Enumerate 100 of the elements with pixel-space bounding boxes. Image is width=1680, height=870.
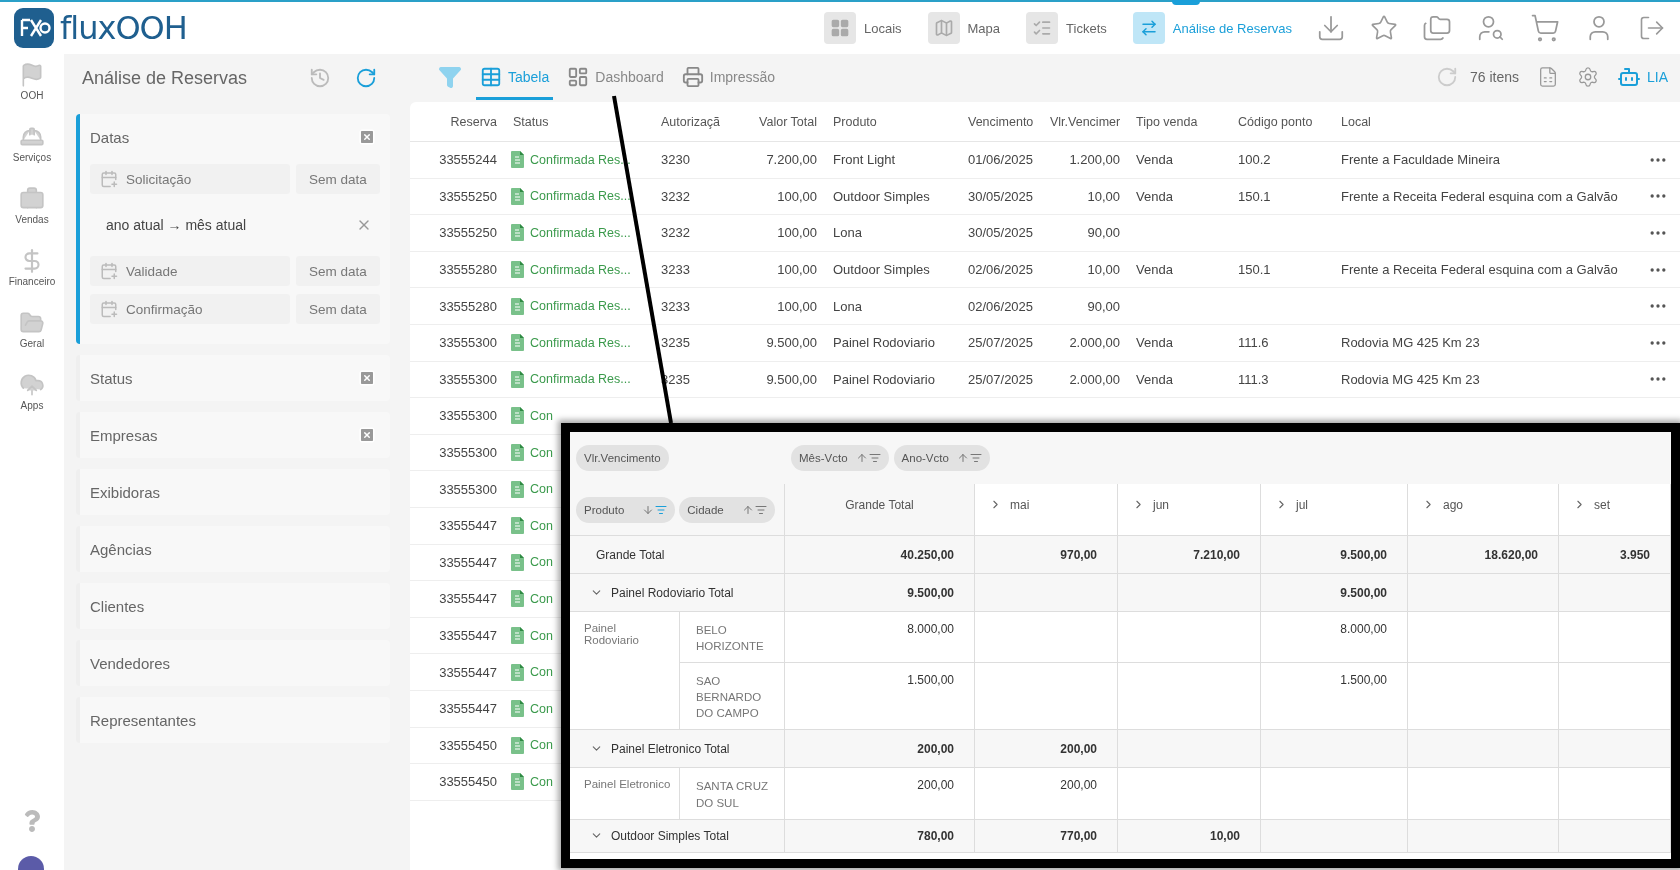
column-header: Grande Total <box>845 498 914 512</box>
column-header[interactable]: Reserva <box>410 114 505 129</box>
column-header[interactable]: Tipo venda <box>1128 114 1230 129</box>
column-header[interactable]: Código ponto <box>1230 114 1333 129</box>
column-header[interactable]: Vlr.Vencimer <box>1050 114 1128 129</box>
filter-icon[interactable] <box>438 65 462 89</box>
column-header[interactable]: Vencimento <box>960 114 1050 129</box>
table-cell: 33555300 <box>439 445 497 461</box>
section-title[interactable]: Representantes <box>90 711 196 729</box>
arrow-up-icon[interactable] <box>956 452 969 464</box>
history-icon[interactable] <box>309 67 332 89</box>
column-header: jul <box>1296 498 1308 512</box>
table-cell: 9.500,00 <box>766 371 817 387</box>
table-cell: Lona <box>833 298 862 314</box>
star-icon[interactable] <box>1370 14 1398 42</box>
document-icon <box>511 151 524 169</box>
view-tab[interactable]: Impressão <box>677 54 780 100</box>
logout-icon[interactable] <box>1638 14 1666 42</box>
filter-icon[interactable] <box>868 452 881 464</box>
dashboard-icon <box>567 66 590 88</box>
table-cell: 33555447 <box>439 628 497 643</box>
folders-icon[interactable] <box>1422 13 1452 43</box>
filter-icon[interactable] <box>754 503 767 516</box>
date-value-button[interactable]: Sem data <box>296 164 380 194</box>
arrow-up-icon[interactable] <box>855 452 868 464</box>
close-icon[interactable] <box>358 426 376 444</box>
date-field[interactable]: Confirmação <box>90 294 290 324</box>
table-icon <box>480 66 502 88</box>
field-chip[interactable]: Mês-Vcto <box>791 445 889 471</box>
row-header: Painel Eletronico Total <box>611 741 730 756</box>
rail-item[interactable]: Vendas <box>15 186 49 238</box>
filter-icon[interactable] <box>655 503 668 516</box>
rail-item[interactable]: Geral <box>19 310 45 362</box>
column-header: set <box>1594 498 1610 512</box>
table-cell: 2.000,00 <box>1069 371 1120 387</box>
section-title[interactable]: Exibidoras <box>90 483 161 501</box>
document-icon <box>511 224 524 242</box>
table-cell: 33555447 <box>439 664 497 680</box>
row-header: SANTA CRUZ DO SUL <box>696 780 768 809</box>
table-cell: 3235 <box>661 335 690 351</box>
calendar-icon <box>100 262 118 280</box>
rail-item[interactable]: OOH <box>19 62 45 114</box>
document-icon <box>511 736 524 754</box>
rail-item[interactable]: Financeiro <box>8 248 56 300</box>
nav-item[interactable]: Tickets <box>1026 2 1107 54</box>
table-cell: 02/06/2025 <box>968 298 1034 314</box>
field-chip[interactable]: Produto <box>576 496 676 523</box>
section-title[interactable]: Agências <box>90 540 152 558</box>
row-header: Painel Rodoviario Total <box>611 585 734 600</box>
document-icon <box>511 663 524 681</box>
date-value-button[interactable]: Sem data <box>296 294 380 324</box>
close-icon[interactable] <box>358 369 376 387</box>
section-title[interactable]: Vendedores <box>90 654 171 672</box>
rail-item[interactable]: Serviços <box>12 124 52 176</box>
table-cell: 33555447 <box>439 591 497 607</box>
column-header[interactable]: Status <box>505 114 653 129</box>
cart-icon[interactable] <box>1530 13 1560 43</box>
status-text: Con <box>530 701 553 716</box>
spreadsheet-icon[interactable] <box>1537 66 1559 88</box>
user-search-icon[interactable] <box>1476 13 1506 43</box>
document-icon <box>511 407 524 425</box>
section-title[interactable]: Datas <box>90 128 130 146</box>
close-icon[interactable] <box>358 128 376 146</box>
date-field[interactable]: Validade <box>90 256 290 286</box>
section-title[interactable]: Empresas <box>90 426 158 444</box>
document-icon <box>511 261 524 279</box>
date-value-button[interactable]: Sem data <box>296 256 380 286</box>
table-cell: 33555300 <box>439 408 497 424</box>
nav-item[interactable]: Locais <box>823 2 902 54</box>
field-chip[interactable]: Ano-Vcto <box>893 445 990 471</box>
refresh-icon[interactable] <box>1435 66 1458 88</box>
table-cell: 100.2 <box>1238 152 1271 168</box>
field-chip[interactable]: Cidade <box>679 496 775 523</box>
nav-item[interactable]: Mapa <box>927 2 1001 54</box>
calendar-icon <box>100 170 118 188</box>
field-chip[interactable]: Vlr.Vencimento <box>576 445 669 471</box>
arrows-icon <box>1139 19 1158 37</box>
section-title[interactable]: Clientes <box>90 597 145 615</box>
column-header[interactable]: Autorizaçã <box>653 114 733 129</box>
column-header[interactable]: Valor Total <box>733 114 825 129</box>
status-text: Con <box>530 628 553 643</box>
arrow-down-icon[interactable] <box>642 503 655 516</box>
refresh-icon[interactable] <box>355 67 378 89</box>
filter-icon[interactable] <box>969 452 982 464</box>
download-icon[interactable] <box>1316 13 1346 43</box>
settings-icon[interactable] <box>1577 66 1599 88</box>
table-cell: 3233 <box>661 262 690 278</box>
nav-item[interactable]: Análise de Reservas <box>1132 2 1292 54</box>
table-cell: 90,00 <box>1087 225 1120 241</box>
cloud-icon <box>19 372 45 398</box>
table-cell: Frente a Receita Federal esquina com a Galvão <box>1341 262 1618 278</box>
rail-item[interactable]: Apps <box>19 372 45 424</box>
arrow-up-icon[interactable] <box>741 503 754 516</box>
view-tab[interactable]: Dashboard <box>563 54 668 100</box>
table-cell: 10,00 <box>1087 188 1120 204</box>
column-header[interactable]: Local <box>1333 114 1635 129</box>
column-header[interactable]: Produto <box>825 114 960 129</box>
table-cell: 3232 <box>661 188 690 204</box>
date-field[interactable]: Solicitação <box>90 164 290 194</box>
section-title[interactable]: Status <box>90 369 133 387</box>
